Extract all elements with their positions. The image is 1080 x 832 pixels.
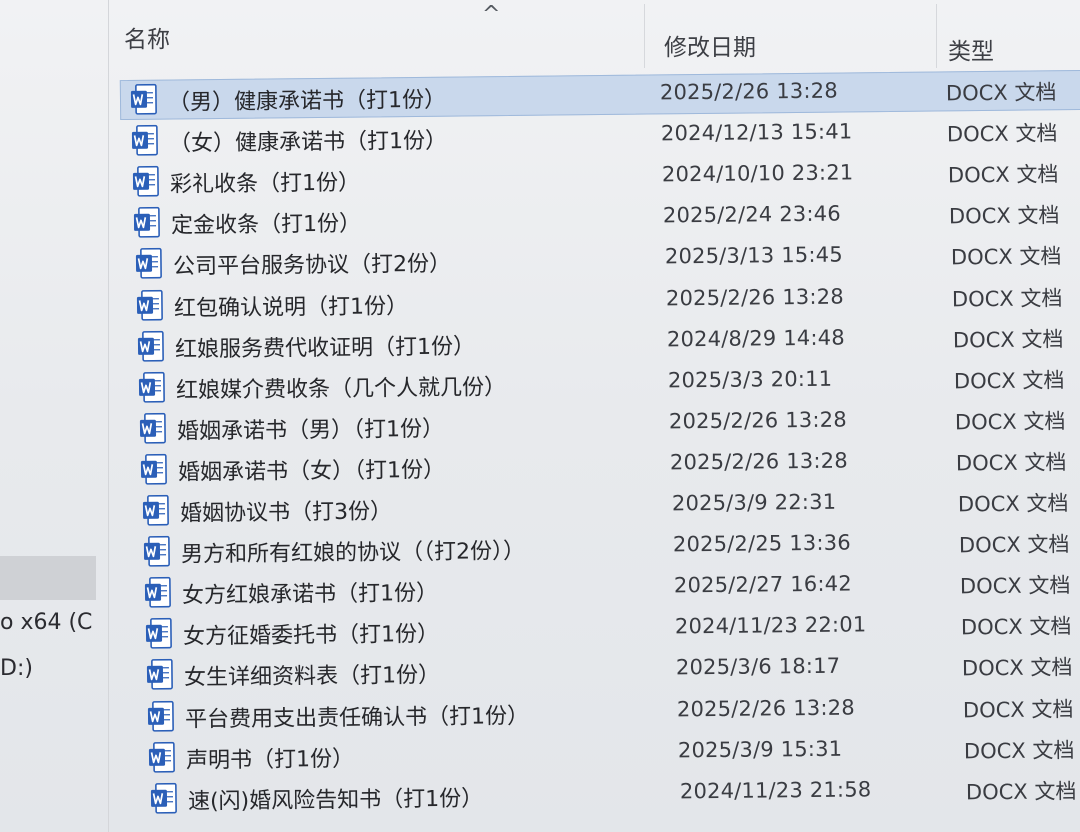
file-type: DOCX 文档 [946, 121, 1058, 147]
file-name[interactable]: 定金收条（打1份） [171, 206, 361, 240]
file-list: （男）健康承诺书（打1份） 2025/2/26 13:28 DOCX 文档 （女）健康… [0, 0, 1080, 832]
word-document-icon [132, 124, 159, 156]
word-document-icon [142, 494, 169, 526]
file-date-modified: 2024/12/13 15:41 [660, 119, 853, 146]
word-document-icon [150, 782, 177, 814]
word-document-icon [147, 659, 174, 691]
file-name[interactable]: 婚姻协议书（打3份） [179, 493, 391, 527]
file-name[interactable]: 红娘媒介费收条（几个人就几份） [176, 369, 506, 404]
file-type: DOCX 文档 [957, 491, 1069, 517]
word-document-icon [143, 535, 170, 567]
file-name[interactable]: 彩礼收条（打1份） [170, 165, 360, 199]
word-document-icon [134, 207, 161, 238]
file-type: DOCX 文档 [951, 285, 1063, 311]
word-document-icon [136, 289, 163, 321]
file-name[interactable]: 红娘服务费代收证明（打1份） [175, 328, 475, 363]
word-document-icon [130, 83, 157, 115]
file-name[interactable]: 女方红娘承诺书（打1份） [182, 575, 438, 610]
word-document-icon [144, 577, 171, 608]
word-document-icon [145, 618, 172, 649]
file-name[interactable]: 红包确认说明（打1份） [174, 288, 408, 322]
file-type: DOCX 文档 [959, 573, 1071, 599]
file-name[interactable]: 女生详细资料表（打1份） [184, 657, 440, 692]
file-name[interactable]: 速(闪)婚风险告知书（打1份） [187, 780, 482, 815]
word-document-icon [149, 741, 176, 773]
file-name[interactable]: 婚姻承诺书（男）（打1份） [177, 411, 444, 446]
file-type: DOCX 文档 [965, 778, 1077, 805]
word-document-icon [138, 371, 165, 403]
file-date-modified: 2025/3/6 18:17 [675, 654, 841, 680]
file-date-modified: 2025/2/26 13:28 [670, 448, 849, 475]
file-date-modified: 2025/3/3 20:11 [667, 366, 833, 393]
file-date-modified: 2024/10/10 23:21 [662, 160, 854, 187]
word-document-icon [141, 453, 168, 485]
file-type: DOCX 文档 [961, 655, 1073, 681]
file-type: DOCX 文档 [949, 203, 1060, 229]
word-document-icon [135, 248, 162, 280]
file-date-modified: 2025/2/26 13:28 [669, 407, 848, 434]
file-type: DOCX 文档 [945, 80, 1057, 106]
file-date-modified: 2025/2/26 13:28 [659, 78, 838, 105]
file-type: DOCX 文档 [953, 367, 1065, 394]
file-type: DOCX 文档 [952, 326, 1064, 353]
word-document-icon [137, 330, 164, 362]
file-date-modified: 2025/2/26 13:28 [677, 695, 856, 721]
file-type: DOCX 文档 [958, 532, 1070, 558]
file-type: DOCX 文档 [955, 409, 1066, 435]
file-type: DOCX 文档 [956, 450, 1067, 476]
file-name[interactable]: （男）健康承诺书（打1份） [168, 82, 446, 117]
file-date-modified: 2024/11/23 22:01 [674, 612, 867, 639]
file-type: DOCX 文档 [964, 737, 1075, 764]
file-name[interactable]: 平台费用支出责任确认书（打1份） [185, 697, 529, 733]
file-date-modified: 2025/3/9 22:31 [671, 489, 836, 516]
word-document-icon [148, 700, 175, 732]
file-date-modified: 2024/8/29 14:48 [666, 325, 845, 352]
file-date-modified: 2025/3/9 15:31 [678, 736, 843, 763]
word-document-icon [133, 166, 160, 197]
file-type: DOCX 文档 [950, 244, 1062, 270]
file-type: DOCX 文档 [960, 614, 1072, 640]
file-date-modified: 2025/2/25 13:36 [672, 530, 851, 557]
file-date-modified: 2025/2/26 13:28 [665, 284, 844, 310]
file-date-modified: 2025/2/27 16:42 [673, 571, 852, 598]
file-type: DOCX 文档 [948, 162, 1059, 188]
word-document-icon [140, 412, 167, 444]
file-name[interactable]: 婚姻承诺书（女）（打1份） [178, 452, 445, 487]
file-name[interactable]: 女方征婚委托书（打1份） [183, 616, 439, 651]
file-explorer-window: o x64 (C D:) ^ 名称 修改日期 类型 （男）健康承诺书（打1份） 2… [0, 0, 1080, 832]
file-date-modified: 2025/3/13 15:45 [664, 242, 843, 269]
file-type: DOCX 文档 [963, 696, 1074, 722]
file-name[interactable]: 声明书（打1份） [186, 740, 354, 774]
file-date-modified: 2024/11/23 21:58 [679, 777, 872, 804]
file-name[interactable]: （女）健康承诺书（打1份） [169, 123, 447, 158]
file-name[interactable]: 男方和所有红娘的协议（（打2份）） [180, 533, 525, 569]
file-name[interactable]: 公司平台服务协议（打2份） [172, 246, 450, 281]
file-date-modified: 2025/2/24 23:46 [663, 201, 842, 228]
